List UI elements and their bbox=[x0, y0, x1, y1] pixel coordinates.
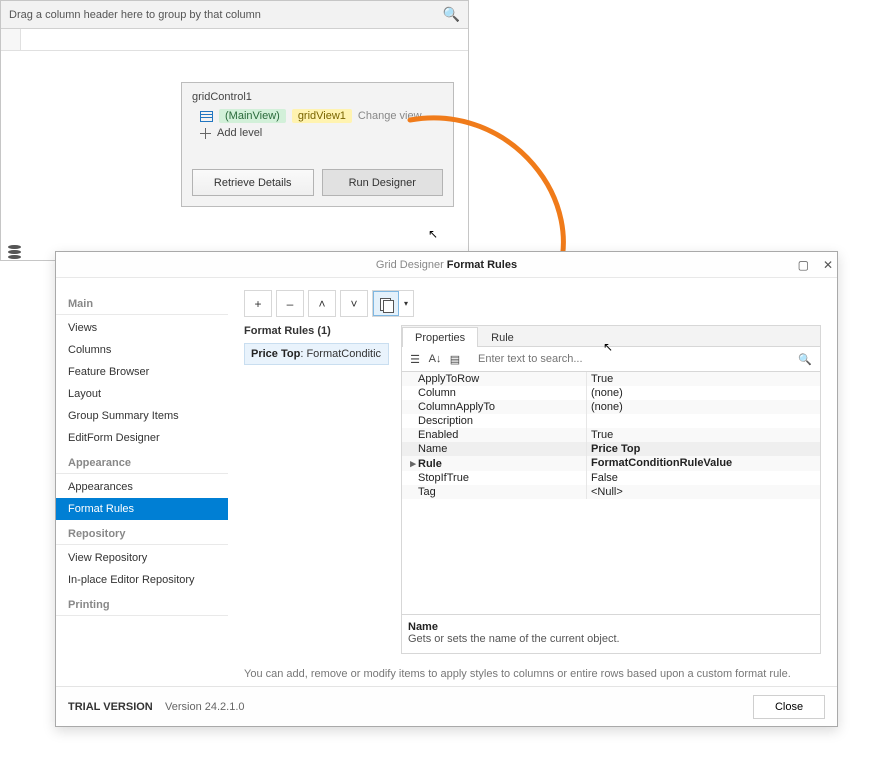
property-value[interactable]: False bbox=[587, 471, 820, 485]
property-value[interactable]: (none) bbox=[587, 386, 820, 400]
sidebar-item-layout[interactable]: Layout bbox=[56, 383, 228, 405]
property-name: ColumnApplyTo bbox=[402, 400, 587, 414]
property-name: ApplyToRow bbox=[402, 372, 587, 386]
help-desc: Gets or sets the name of the current obj… bbox=[408, 633, 814, 645]
rule-item-name: Price Top bbox=[251, 348, 300, 360]
sidebar-item-appearances[interactable]: Appearances bbox=[56, 476, 228, 498]
smart-tag-popup: gridControl1 (MainView) gridView1 Change… bbox=[181, 82, 454, 207]
search-icon[interactable]: 🔍 bbox=[794, 353, 816, 366]
property-name: Tag bbox=[402, 485, 587, 499]
property-name: StopIfTrue bbox=[402, 471, 587, 485]
property-value[interactable]: Price Top bbox=[587, 442, 820, 456]
move-down-button[interactable]: ˅ bbox=[341, 291, 367, 316]
copy-button[interactable] bbox=[373, 291, 399, 316]
sidebar-item-views[interactable]: Views bbox=[56, 317, 228, 339]
close-button[interactable]: Close bbox=[753, 695, 825, 719]
help-name: Name bbox=[408, 621, 814, 633]
sidebar-item-columns[interactable]: Columns bbox=[56, 339, 228, 361]
sidebar-item-format-rules[interactable]: Format Rules bbox=[56, 498, 228, 520]
group-by-hint: Drag a column header here to group by th… bbox=[9, 9, 261, 21]
sidebar-item-view-repository[interactable]: View Repository bbox=[56, 547, 228, 569]
title-weak: Grid Designer bbox=[376, 259, 444, 271]
sidebar-section-main: Main bbox=[56, 290, 228, 315]
grid-view-pill[interactable]: gridView1 bbox=[292, 109, 352, 123]
group-by-panel[interactable]: Drag a column header here to group by th… bbox=[1, 1, 468, 29]
property-value[interactable]: <Null> bbox=[587, 485, 820, 499]
property-help: Name Gets or sets the name of the curren… bbox=[402, 614, 820, 653]
close-icon[interactable]: ✕ bbox=[823, 258, 833, 272]
add-button[interactable]: + bbox=[245, 291, 271, 316]
add-level-link[interactable]: Add level bbox=[217, 127, 262, 139]
maximize-icon[interactable]: ▢ bbox=[798, 258, 809, 272]
run-designer-button[interactable]: Run Designer bbox=[322, 169, 444, 196]
rules-heading: Format Rules (1) bbox=[244, 325, 389, 343]
sidebar: Main Views Columns Feature Browser Layou… bbox=[56, 278, 228, 686]
rules-toolbar: + – ˄ ˅ ▾ bbox=[244, 290, 821, 317]
property-row[interactable]: NamePrice Top bbox=[402, 442, 820, 456]
smart-tag-title: gridControl1 bbox=[192, 91, 443, 103]
rule-item[interactable]: Price Top: FormatConditic bbox=[244, 343, 389, 365]
sidebar-item-editform[interactable]: EditForm Designer bbox=[56, 427, 228, 449]
property-row[interactable]: Tag<Null> bbox=[402, 485, 820, 499]
property-row[interactable]: Column(none) bbox=[402, 386, 820, 400]
grid-icon bbox=[200, 111, 213, 122]
sidebar-section-repository: Repository bbox=[56, 520, 228, 545]
sidebar-item-feature-browser[interactable]: Feature Browser bbox=[56, 361, 228, 383]
property-panel: Properties Rule ☰ A↓ ▤ 🔍 ApplyToRowTrueC… bbox=[401, 325, 821, 654]
property-grid[interactable]: ApplyToRowTrueColumn(none)ColumnApplyTo(… bbox=[402, 372, 820, 499]
footer: TRIAL VERSION Version 24.2.1.0 Close bbox=[56, 686, 837, 726]
grid-designer-window: Grid Designer Format Rules ▢ ✕ Main View… bbox=[55, 251, 838, 727]
main-view-pill[interactable]: (MainView) bbox=[219, 109, 286, 123]
property-search-input[interactable] bbox=[474, 351, 792, 367]
move-up-button[interactable]: ˄ bbox=[309, 291, 335, 316]
trial-label: TRIAL VERSION bbox=[68, 701, 153, 713]
alphabetical-icon[interactable]: A↓ bbox=[426, 350, 444, 368]
property-row[interactable]: StopIfTrueFalse bbox=[402, 471, 820, 485]
title-strong: Format Rules bbox=[447, 259, 517, 271]
titlebar[interactable]: Grid Designer Format Rules ▢ ✕ bbox=[56, 252, 837, 278]
copy-icon bbox=[380, 298, 392, 310]
property-toolbar: ☰ A↓ ▤ 🔍 bbox=[402, 347, 820, 372]
property-row[interactable]: ▸RuleFormatConditionRuleValue bbox=[402, 456, 820, 471]
property-row[interactable]: Description bbox=[402, 414, 820, 428]
column-header-row bbox=[1, 29, 468, 51]
property-name: ▸Rule bbox=[402, 456, 587, 471]
property-value[interactable]: True bbox=[587, 372, 820, 386]
remove-button[interactable]: – bbox=[277, 291, 303, 316]
property-value[interactable]: (none) bbox=[587, 400, 820, 414]
property-value[interactable] bbox=[587, 414, 820, 428]
property-value[interactable]: True bbox=[587, 428, 820, 442]
property-tabs: Properties Rule bbox=[402, 326, 820, 347]
main-area: + – ˄ ˅ ▾ ↖ Format bbox=[228, 278, 837, 686]
change-view-link[interactable]: Change view bbox=[358, 110, 422, 122]
header-corner bbox=[1, 29, 21, 50]
rule-item-type: FormatConditic bbox=[306, 348, 381, 360]
property-row[interactable]: ColumnApplyTo(none) bbox=[402, 400, 820, 414]
sidebar-section-appearance: Appearance bbox=[56, 449, 228, 474]
property-name: Name bbox=[402, 442, 587, 456]
tab-rule[interactable]: Rule bbox=[478, 327, 527, 347]
expand-icon[interactable]: ▸ bbox=[408, 457, 418, 470]
plus-icon bbox=[200, 128, 211, 139]
version-label: Version 24.2.1.0 bbox=[165, 701, 245, 713]
categorized-icon[interactable]: ☰ bbox=[406, 350, 424, 368]
sidebar-item-group-summary[interactable]: Group Summary Items bbox=[56, 405, 228, 427]
rules-list: Format Rules (1) Price Top: FormatCondit… bbox=[244, 325, 389, 654]
property-name: Enabled bbox=[402, 428, 587, 442]
search-icon[interactable]: 🔍 bbox=[443, 6, 460, 23]
property-row[interactable]: EnabledTrue bbox=[402, 428, 820, 442]
retrieve-details-button[interactable]: Retrieve Details bbox=[192, 169, 314, 196]
property-name: Description bbox=[402, 414, 587, 428]
property-pages-icon[interactable]: ▤ bbox=[446, 350, 464, 368]
sidebar-item-inplace-editor[interactable]: In-place Editor Repository bbox=[56, 569, 228, 591]
datasource-icon[interactable] bbox=[8, 245, 22, 259]
property-value[interactable]: FormatConditionRuleValue bbox=[587, 456, 820, 471]
property-row[interactable]: ApplyToRowTrue bbox=[402, 372, 820, 386]
sidebar-section-printing: Printing bbox=[56, 591, 228, 616]
hint-text: You can add, remove or modify items to a… bbox=[244, 662, 821, 686]
tab-properties[interactable]: Properties bbox=[402, 327, 478, 347]
property-name: Column bbox=[402, 386, 587, 400]
copy-dropdown[interactable]: ▾ bbox=[399, 291, 413, 316]
